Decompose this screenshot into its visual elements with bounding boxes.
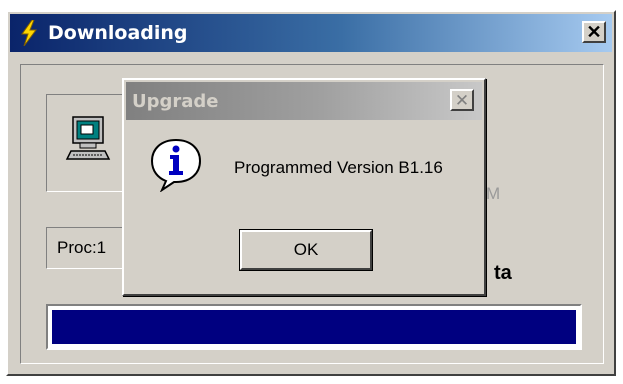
computer-icon [65,116,111,160]
close-icon: ✕ [454,90,470,110]
dialog-close-button[interactable]: ✕ [450,89,474,111]
status-label: ta [494,262,512,284]
close-icon: ✕ [586,22,602,42]
ok-button-label: OK [293,240,319,259]
faded-label: M [486,184,501,203]
proc-label: Proc:1 [57,238,107,257]
ok-button[interactable]: OK [239,229,373,271]
close-button[interactable]: ✕ [582,21,606,43]
progress-bar [46,304,582,350]
window-title: Downloading [48,22,188,44]
upgrade-dialog: Upgrade ✕ Programmed Version B1.16 OK [122,78,486,296]
lightning-icon [21,20,37,46]
dialog-title: Upgrade [132,90,219,112]
dialog-message: Programmed Version B1.16 [234,158,443,177]
info-icon [150,138,202,192]
title-bar[interactable]: Downloading ✕ [10,14,612,52]
progress-fill [52,310,576,344]
icon-frame [46,94,130,192]
dialog-title-bar[interactable]: Upgrade ✕ [126,82,482,120]
